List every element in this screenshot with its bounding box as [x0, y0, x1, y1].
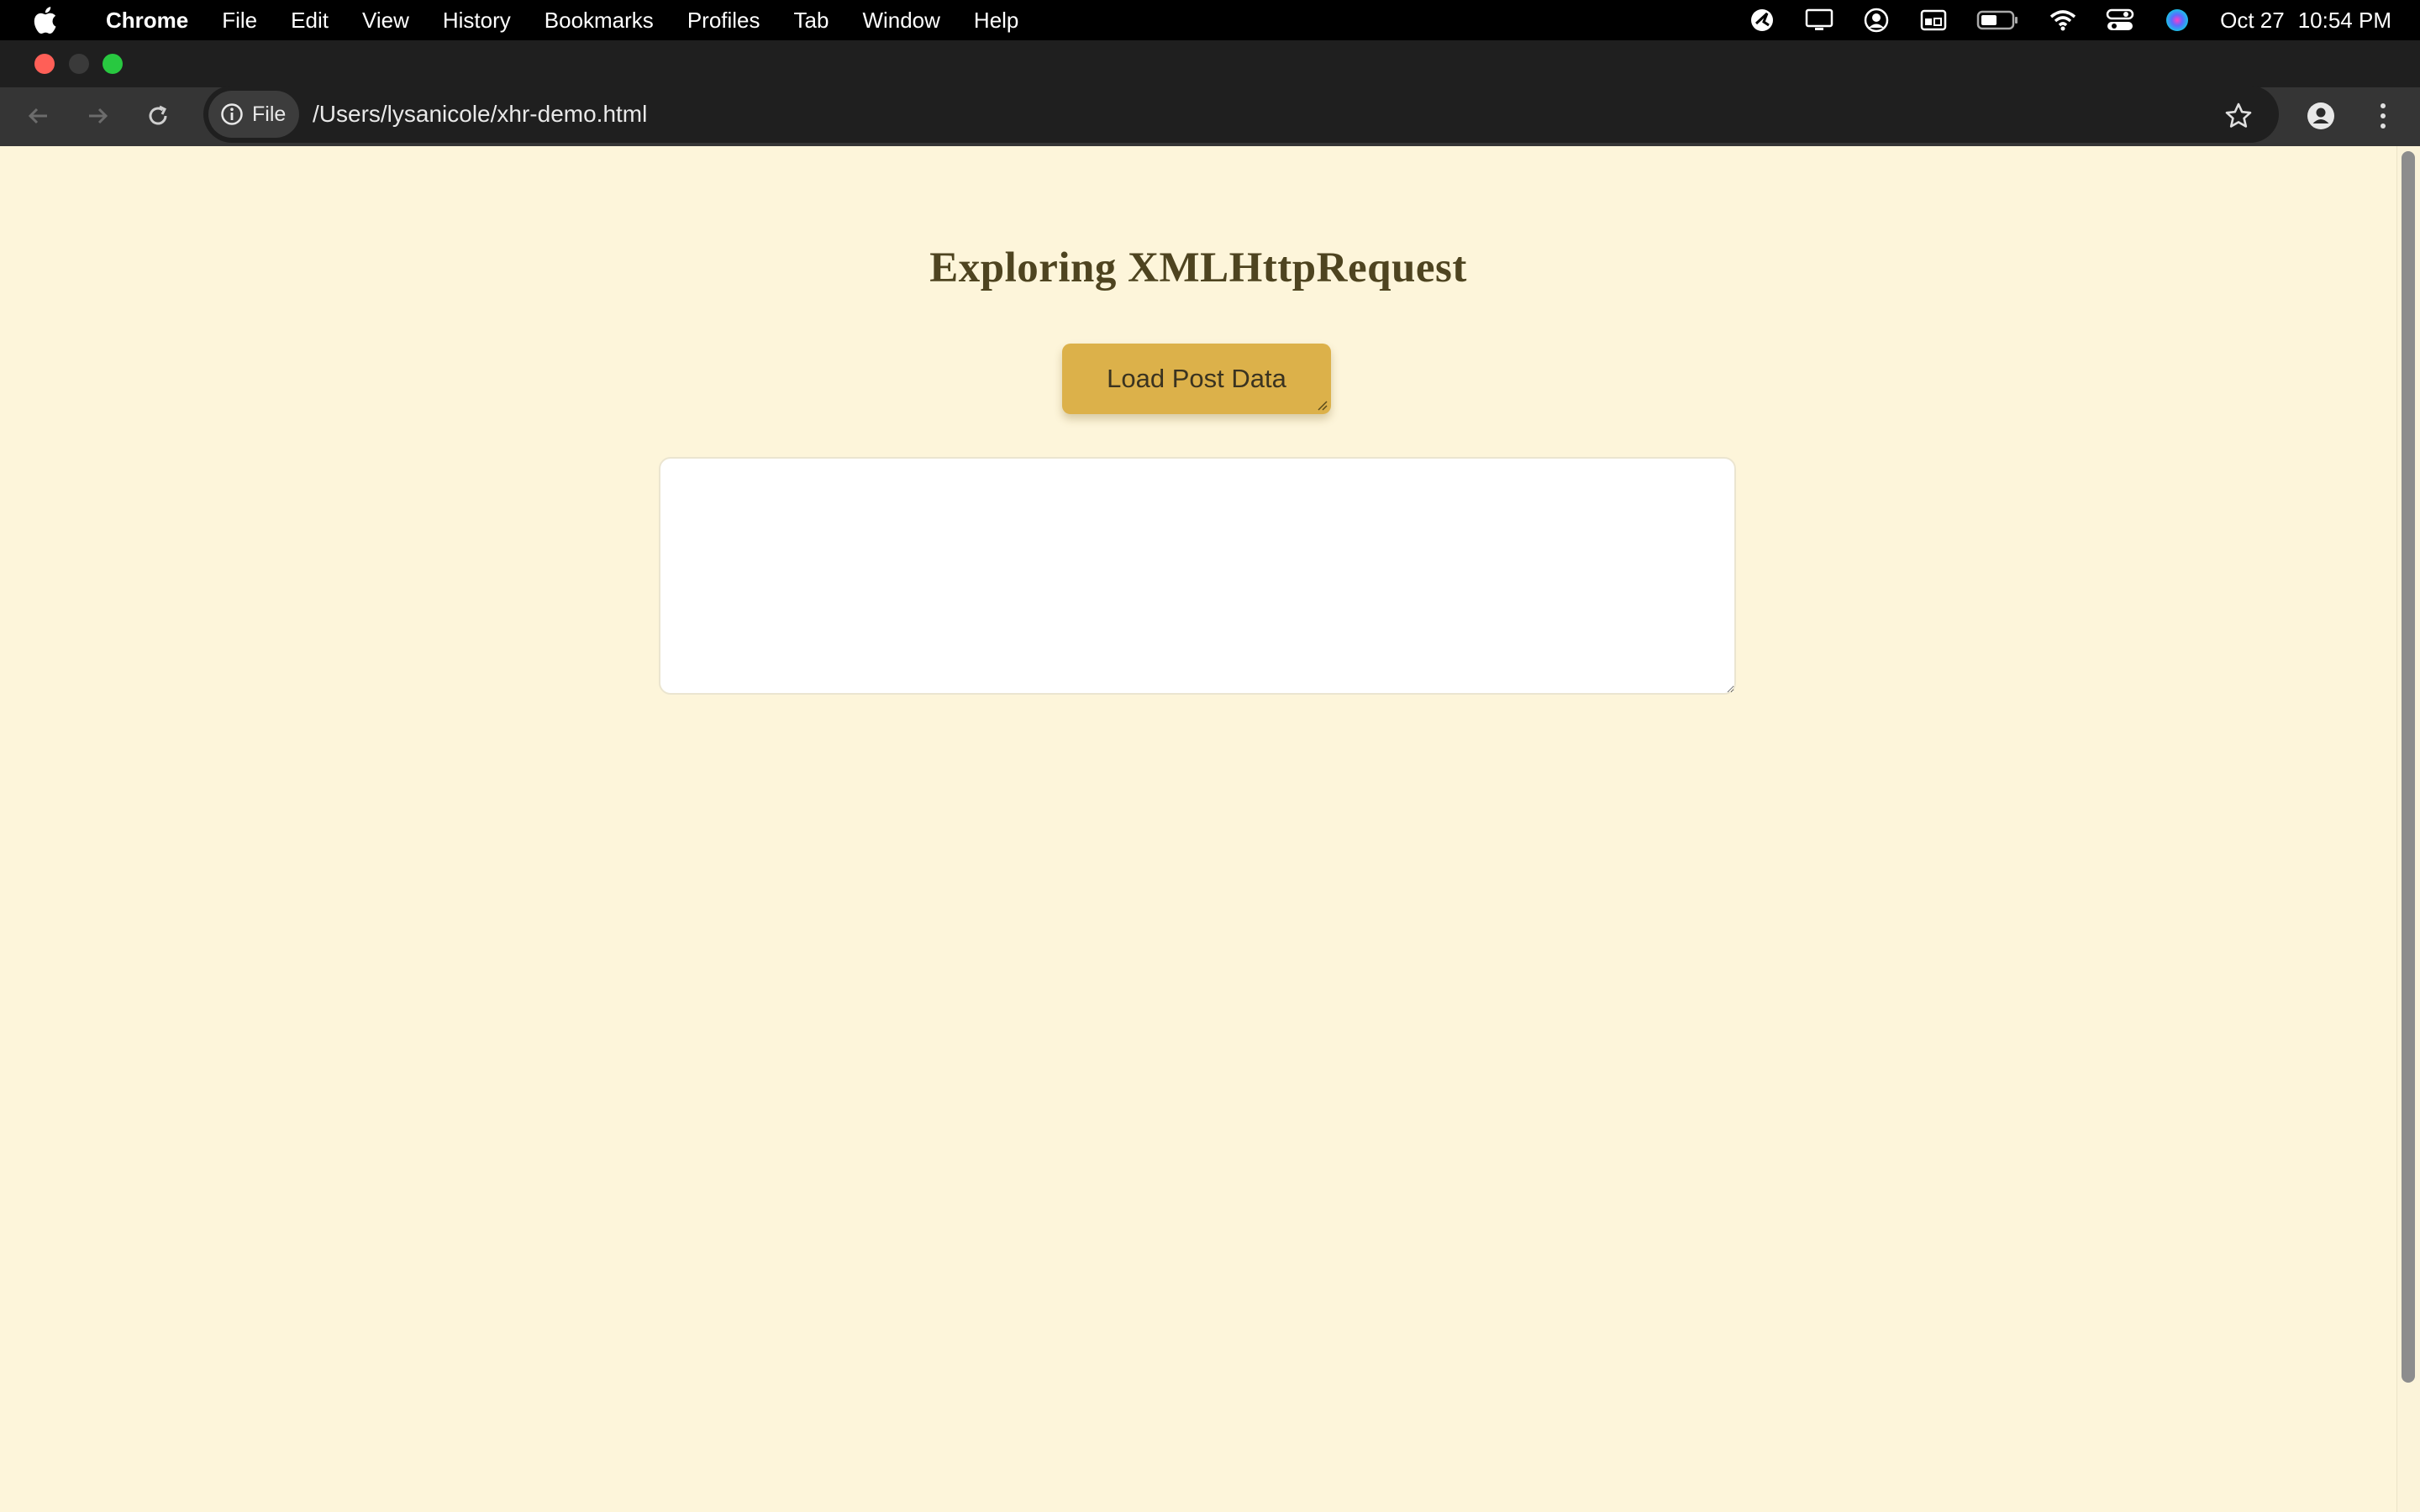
- menu-help[interactable]: Help: [957, 0, 1035, 40]
- clock-time: 10:54 PM: [2297, 7, 2391, 33]
- wifi-icon[interactable]: [2049, 6, 2077, 34]
- menu-clock[interactable]: Oct 27 10:54 PM: [2220, 8, 2391, 34]
- status-area: Oct 27 10:54 PM: [1719, 0, 2391, 40]
- keyboard-input-icon[interactable]: [1919, 6, 1948, 34]
- back-button[interactable]: [15, 92, 62, 139]
- menu-window[interactable]: Window: [845, 0, 956, 40]
- profile-avatar-icon: [2307, 102, 2334, 129]
- reload-icon: [149, 105, 167, 125]
- window-zoom-button[interactable]: [103, 54, 123, 74]
- control-center-icon[interactable]: [2106, 6, 2134, 34]
- menu-history[interactable]: History: [426, 0, 528, 40]
- load-post-data-button[interactable]: Load Post Data: [1062, 344, 1331, 414]
- clock-date: Oct 27: [2220, 7, 2285, 33]
- forward-button[interactable]: [74, 92, 121, 139]
- site-info-chip[interactable]: File: [208, 91, 299, 138]
- vpn-icon[interactable]: [1748, 6, 1776, 34]
- siri-icon[interactable]: [2163, 6, 2191, 34]
- menu-view[interactable]: View: [345, 0, 426, 40]
- load-post-data-label: Load Post Data: [1107, 364, 1286, 393]
- menu-edit[interactable]: Edit: [274, 0, 345, 40]
- menu-profiles[interactable]: Profiles: [671, 0, 777, 40]
- info-icon: [221, 103, 243, 125]
- menu-file[interactable]: File: [205, 0, 274, 40]
- star-icon: [2225, 102, 2252, 128]
- menu-app-name[interactable]: Chrome: [89, 0, 205, 40]
- window-close-button[interactable]: [34, 54, 55, 74]
- browser-title-bar: [0, 40, 2420, 87]
- resize-grip-icon: [1318, 401, 1328, 411]
- menu-bookmarks[interactable]: Bookmarks: [528, 0, 671, 40]
- kebab-menu-icon: [2381, 103, 2386, 129]
- battery-icon[interactable]: [1976, 6, 2020, 34]
- output-textarea[interactable]: [659, 457, 1736, 695]
- scrollbar-thumb[interactable]: [2402, 151, 2415, 1383]
- profile-button[interactable]: [2297, 92, 2344, 139]
- menu-bar: Chrome File Edit View History Bookmarks …: [0, 0, 2420, 40]
- page-title: Exploring XMLHttpRequest: [929, 244, 1467, 291]
- url-text[interactable]: /Users/lysanicole/xhr-demo.html: [313, 91, 647, 138]
- user-circle-icon[interactable]: [1862, 6, 1891, 34]
- arrow-left-icon: [28, 108, 47, 124]
- arrow-right-icon: [89, 108, 108, 124]
- reload-button[interactable]: [134, 92, 182, 139]
- apple-logo-icon[interactable]: [32, 5, 57, 35]
- site-info-label: File: [252, 102, 287, 126]
- menu-tab[interactable]: Tab: [777, 0, 846, 40]
- more-menu-button[interactable]: [2360, 92, 2407, 139]
- window-minimize-button[interactable]: [69, 54, 89, 74]
- display-icon[interactable]: [1805, 6, 1833, 34]
- bookmark-star-button[interactable]: [2215, 92, 2262, 139]
